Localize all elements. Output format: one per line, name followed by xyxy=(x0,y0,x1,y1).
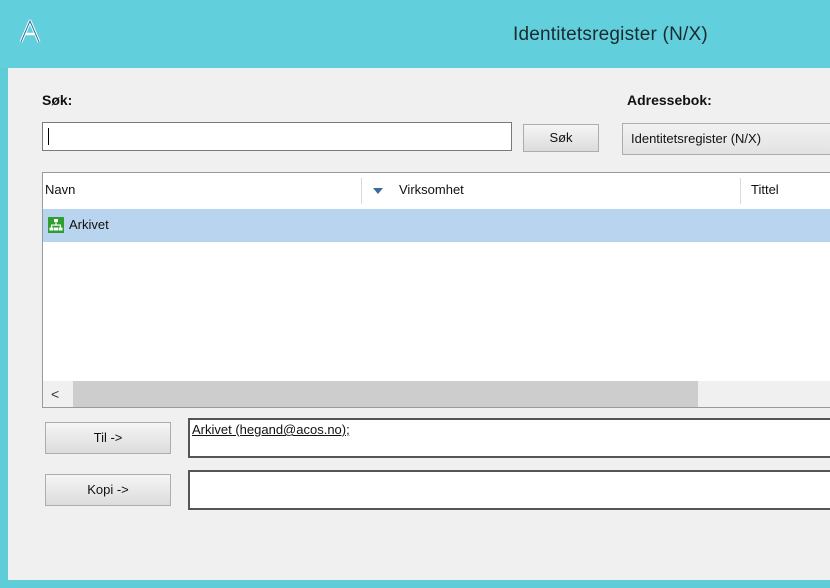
cc-field[interactable] xyxy=(188,470,830,510)
title-bar[interactable]: Identitetsregister (N/X) xyxy=(0,0,830,68)
column-header-company[interactable]: Virksomhet xyxy=(399,173,464,209)
search-label: Søk: xyxy=(42,92,73,108)
text-caret xyxy=(48,128,49,145)
to-button[interactable]: Til -> xyxy=(45,422,171,454)
addressbook-label: Adressebok: xyxy=(627,92,712,108)
horizontal-scrollbar[interactable]: < xyxy=(43,381,830,407)
cc-button[interactable]: Kopi -> xyxy=(45,474,171,506)
sort-down-icon[interactable] xyxy=(373,188,383,194)
scroll-left-icon[interactable]: < xyxy=(51,386,59,402)
column-divider[interactable] xyxy=(740,178,741,204)
scroll-thumb[interactable] xyxy=(73,381,698,407)
window-title: Identitetsregister (N/X) xyxy=(513,24,708,45)
addressbook-select[interactable]: Identitetsregister (N/X) xyxy=(622,123,830,155)
list-header: Navn Virksomhet Tittel xyxy=(43,173,830,210)
to-field-value: Arkivet (hegand@acos.no); xyxy=(192,422,350,437)
letter-a-icon[interactable] xyxy=(18,17,42,45)
contacts-list[interactable]: Navn Virksomhet Tittel Arkivet < xyxy=(42,172,830,408)
column-divider[interactable] xyxy=(361,178,362,204)
search-input[interactable] xyxy=(42,122,512,151)
organization-icon xyxy=(48,217,64,233)
column-header-name[interactable]: Navn xyxy=(45,173,75,209)
search-button[interactable]: Søk xyxy=(523,124,599,152)
column-header-title[interactable]: Tittel xyxy=(751,173,779,209)
window: Identitetsregister (N/X) Søk: Adressebok… xyxy=(0,0,830,588)
row-name: Arkivet xyxy=(69,217,109,232)
to-field[interactable]: Arkivet (hegand@acos.no); xyxy=(188,418,830,458)
list-row[interactable]: Arkivet xyxy=(43,209,830,242)
dialog-body: Søk: Adressebok: Søk Identitetsregister … xyxy=(8,68,830,580)
